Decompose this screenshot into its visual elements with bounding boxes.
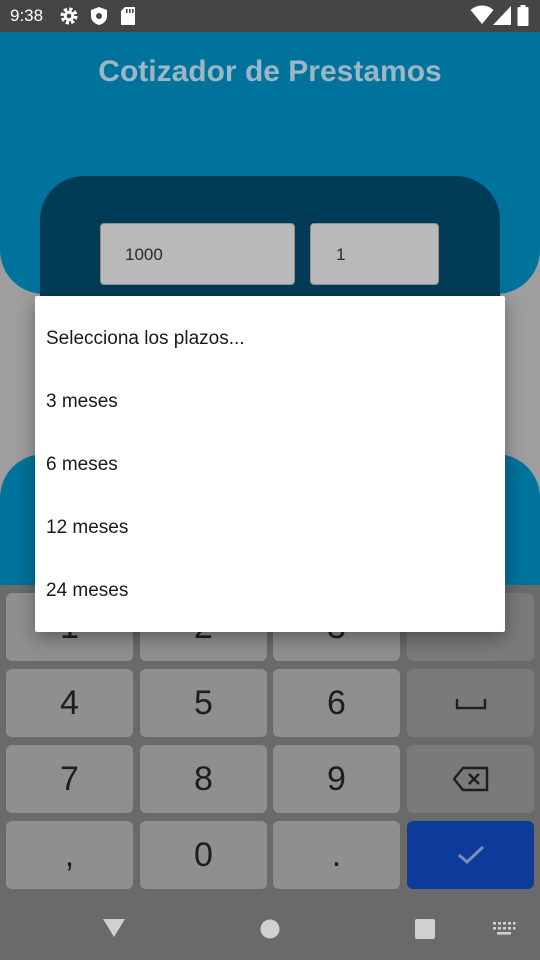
sd-card-icon <box>121 7 135 25</box>
key-comma[interactable]: , <box>6 821 133 889</box>
option-placeholder[interactable]: Selecciona los plazos... <box>35 307 505 370</box>
settings-icon <box>60 7 78 25</box>
status-bar: 9:38 <box>0 0 540 32</box>
space-icon <box>455 699 487 710</box>
key-period[interactable]: . <box>273 821 400 889</box>
key-7[interactable]: 7 <box>6 745 133 813</box>
shield-icon <box>91 7 107 25</box>
rate-value: 1 <box>336 245 346 264</box>
recents-icon[interactable] <box>414 918 436 940</box>
key-6[interactable]: 6 <box>273 669 400 737</box>
numeric-keyboard: 1 2 3 4 5 6 7 8 9 , 0 . <box>0 585 540 899</box>
back-icon[interactable] <box>102 918 126 938</box>
key-0[interactable]: 0 <box>140 821 267 889</box>
status-time: 9:38 <box>10 6 44 25</box>
key-4[interactable]: 4 <box>6 669 133 737</box>
option-3-months[interactable]: 3 meses <box>35 370 505 433</box>
term-selection-dialog: Selecciona los plazos... 3 meses 6 meses… <box>35 296 505 632</box>
keyboard-switch-icon[interactable] <box>492 921 516 937</box>
key-space[interactable] <box>407 669 534 737</box>
key-backspace[interactable] <box>407 745 534 813</box>
wifi-icon <box>470 5 494 24</box>
amount-input[interactable]: 1000 <box>100 223 295 285</box>
amount-value: 1000 <box>125 245 163 264</box>
key-9[interactable]: 9 <box>273 745 400 813</box>
home-icon[interactable] <box>259 918 281 940</box>
check-icon <box>458 845 485 865</box>
signal-icon <box>493 6 511 25</box>
option-12-months[interactable]: 12 meses <box>35 496 505 559</box>
rate-input[interactable]: 1 <box>310 223 439 285</box>
option-24-months[interactable]: 24 meses <box>35 559 505 622</box>
option-6-months[interactable]: 6 meses <box>35 433 505 496</box>
key-done[interactable] <box>407 821 534 889</box>
key-5[interactable]: 5 <box>140 669 267 737</box>
app-title: Cotizador de Prestamos <box>98 55 442 88</box>
battery-icon <box>517 5 529 26</box>
key-8[interactable]: 8 <box>140 745 267 813</box>
screen: 9:38 Cotizador de Prestamos 1000 1 4 5 6… <box>0 0 540 960</box>
backspace-icon <box>453 766 489 792</box>
navigation-bar <box>0 899 540 960</box>
